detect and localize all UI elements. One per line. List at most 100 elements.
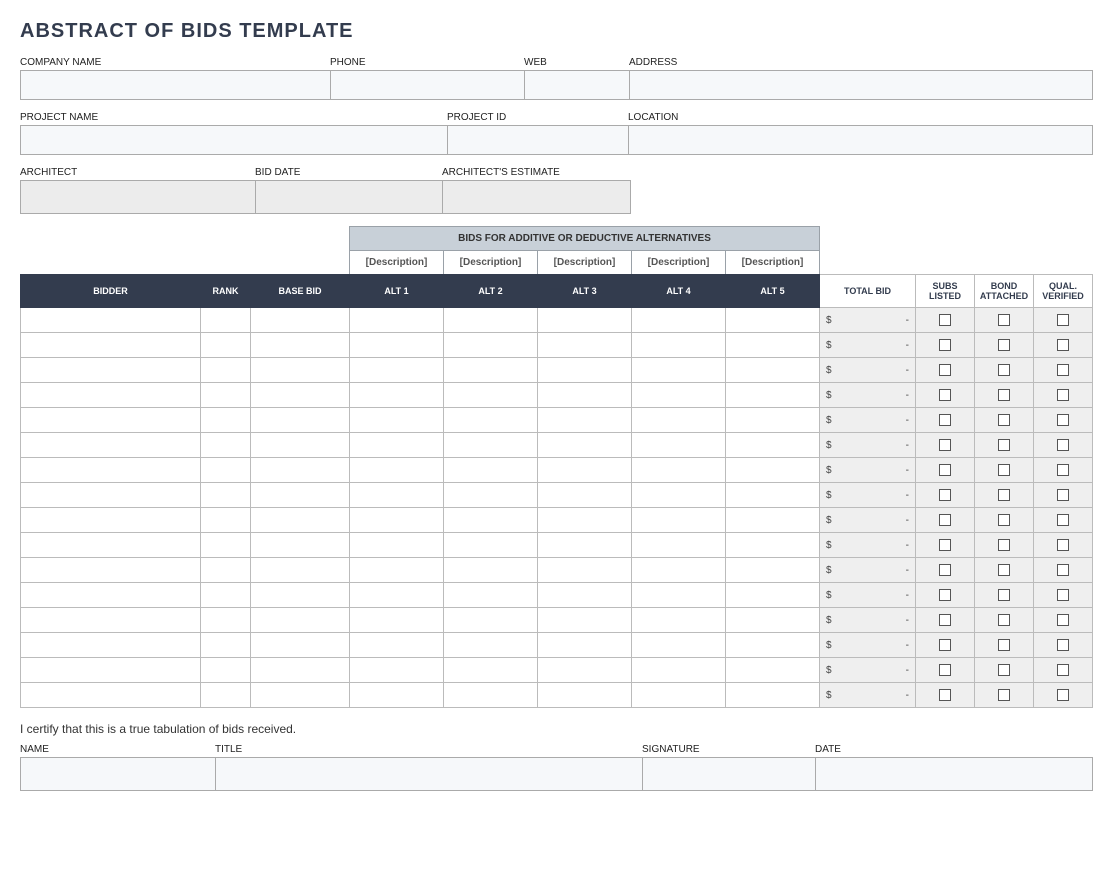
alt-description[interactable]: [Description] [444,251,538,274]
data-cell[interactable] [538,333,632,358]
data-cell[interactable] [21,333,201,358]
data-cell[interactable] [21,308,201,333]
data-cell[interactable] [726,633,820,658]
data-cell[interactable] [201,508,251,533]
data-cell[interactable] [21,558,201,583]
data-cell[interactable] [726,508,820,533]
data-cell[interactable] [251,308,350,333]
data-cell[interactable] [444,308,538,333]
data-cell[interactable] [538,558,632,583]
checkbox[interactable] [1057,564,1069,576]
input-cell[interactable] [21,181,256,213]
data-cell[interactable] [632,358,726,383]
data-cell[interactable] [21,583,201,608]
data-cell[interactable] [21,608,201,633]
checkbox[interactable] [998,539,1010,551]
checkbox[interactable] [939,564,951,576]
data-cell[interactable] [444,508,538,533]
checkbox[interactable] [1057,689,1069,701]
checkbox[interactable] [939,389,951,401]
checkbox[interactable] [998,489,1010,501]
data-cell[interactable] [632,483,726,508]
data-cell[interactable] [201,633,251,658]
input-cell[interactable] [816,758,1092,790]
input-cell[interactable] [629,126,1092,154]
data-cell[interactable] [350,558,444,583]
data-cell[interactable] [201,408,251,433]
checkbox[interactable] [1057,589,1069,601]
checkbox[interactable] [998,639,1010,651]
data-cell[interactable] [201,383,251,408]
data-cell[interactable] [444,358,538,383]
data-cell[interactable] [350,533,444,558]
checkbox[interactable] [998,664,1010,676]
data-cell[interactable] [21,658,201,683]
data-cell[interactable] [538,408,632,433]
data-cell[interactable] [21,633,201,658]
data-cell[interactable] [726,533,820,558]
data-cell[interactable] [538,383,632,408]
data-cell[interactable] [726,583,820,608]
data-cell[interactable] [350,483,444,508]
data-cell[interactable] [251,408,350,433]
data-cell[interactable] [21,683,201,708]
checkbox[interactable] [1057,439,1069,451]
data-cell[interactable] [632,658,726,683]
data-cell[interactable] [201,433,251,458]
data-cell[interactable] [632,558,726,583]
input-cell[interactable] [630,71,1092,99]
checkbox[interactable] [939,364,951,376]
data-cell[interactable] [251,508,350,533]
data-cell[interactable] [350,658,444,683]
checkbox[interactable] [939,539,951,551]
data-cell[interactable] [350,408,444,433]
data-cell[interactable] [350,683,444,708]
alt-description[interactable]: [Description] [350,251,444,274]
data-cell[interactable] [201,683,251,708]
data-cell[interactable] [632,333,726,358]
data-cell[interactable] [538,658,632,683]
data-cell[interactable] [350,333,444,358]
checkbox[interactable] [939,339,951,351]
checkbox[interactable] [939,314,951,326]
data-cell[interactable] [632,583,726,608]
checkbox[interactable] [939,464,951,476]
data-cell[interactable] [21,483,201,508]
data-cell[interactable] [444,458,538,483]
checkbox[interactable] [1057,614,1069,626]
data-cell[interactable] [251,683,350,708]
data-cell[interactable] [538,458,632,483]
data-cell[interactable] [726,608,820,633]
checkbox[interactable] [1057,364,1069,376]
data-cell[interactable] [726,308,820,333]
checkbox[interactable] [998,564,1010,576]
input-cell[interactable] [256,181,443,213]
data-cell[interactable] [632,383,726,408]
data-cell[interactable] [21,433,201,458]
data-cell[interactable] [538,508,632,533]
data-cell[interactable] [726,683,820,708]
data-cell[interactable] [21,458,201,483]
checkbox[interactable] [998,514,1010,526]
data-cell[interactable] [201,558,251,583]
checkbox[interactable] [939,614,951,626]
data-cell[interactable] [726,433,820,458]
data-cell[interactable] [201,533,251,558]
data-cell[interactable] [251,633,350,658]
data-cell[interactable] [632,608,726,633]
data-cell[interactable] [538,633,632,658]
checkbox[interactable] [939,689,951,701]
data-cell[interactable] [251,458,350,483]
data-cell[interactable] [726,383,820,408]
data-cell[interactable] [201,583,251,608]
data-cell[interactable] [350,583,444,608]
checkbox[interactable] [1057,489,1069,501]
data-cell[interactable] [251,608,350,633]
checkbox[interactable] [1057,389,1069,401]
data-cell[interactable] [251,533,350,558]
checkbox[interactable] [939,489,951,501]
checkbox[interactable] [998,689,1010,701]
data-cell[interactable] [350,608,444,633]
checkbox[interactable] [998,389,1010,401]
data-cell[interactable] [538,483,632,508]
